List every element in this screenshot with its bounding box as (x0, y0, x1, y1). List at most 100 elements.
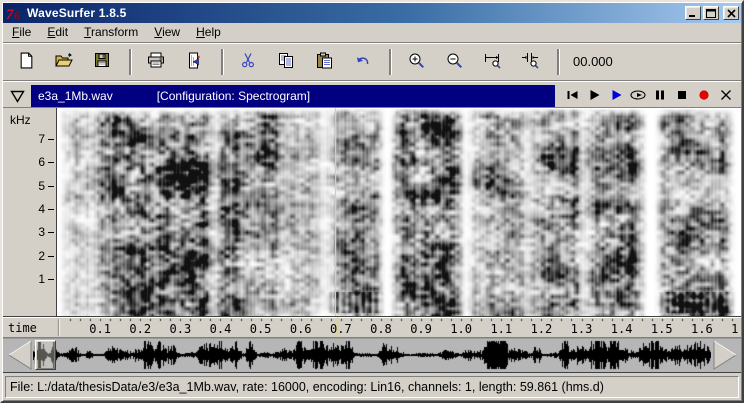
spectrogram-panel: kHz 7654321 (3, 107, 741, 317)
minimize-button[interactable] (685, 6, 701, 20)
copy-pages-icon (278, 52, 295, 72)
new-document-icon (18, 52, 35, 72)
cut-button[interactable] (233, 48, 263, 76)
time-axis[interactable]: time 0.10.20.30.40.50.60.70.80.91.01.11.… (3, 317, 741, 338)
time-tick-label: 0.3 (166, 322, 194, 336)
transport-controls (555, 85, 741, 107)
freq-label-6: 6 (25, 155, 45, 169)
status-bar: File: L:/data/thesisData/e3/e3a_1Mb.wav,… (3, 373, 741, 400)
goto-start-button[interactable] (561, 86, 583, 106)
menu-item-edit[interactable]: Edit (39, 23, 76, 42)
printer-icon (147, 52, 165, 71)
waveform-scroll-strip (3, 338, 741, 373)
record-button[interactable] (693, 86, 715, 106)
time-tick-label: 1.0 (447, 322, 475, 336)
menu-item-view[interactable]: View (146, 23, 188, 42)
toolbar-separator (557, 49, 559, 75)
print-button[interactable] (141, 48, 171, 76)
time-tick-label: 0.5 (247, 322, 275, 336)
maximize-icon (706, 9, 716, 18)
loop-play-button[interactable] (627, 86, 649, 106)
minimize-icon (688, 9, 698, 18)
scissors-icon (240, 52, 256, 71)
freq-tick (48, 209, 54, 210)
new-file-button[interactable] (11, 48, 41, 76)
spectrogram-canvas[interactable] (57, 108, 741, 316)
waveform-overview[interactable] (33, 340, 711, 370)
wavesurfer-logo-icon: 7 6 (6, 6, 24, 21)
pane-title-bar[interactable]: e3a_1Mb.wav [Configuration: Spectrogram] (31, 85, 555, 107)
spectrogram-view[interactable] (56, 108, 741, 316)
paste-button[interactable] (309, 48, 339, 76)
copy-button[interactable] (271, 48, 301, 76)
save-floppy-icon (94, 52, 110, 71)
zoom-out-button[interactable] (439, 48, 469, 76)
play-button[interactable] (583, 86, 605, 106)
pause-icon (654, 89, 666, 104)
toolbar-separator (389, 49, 391, 75)
close-button[interactable] (723, 6, 739, 20)
play-icon (610, 89, 623, 104)
status-text-box: File: L:/data/thesisData/e3/e3a_1Mb.wav,… (5, 376, 739, 398)
properties-button[interactable] (179, 48, 209, 76)
zoom-selection-button[interactable] (477, 48, 507, 76)
arrow-left-icon (6, 340, 33, 370)
title-bar[interactable]: 7 6 WaveSurfer 1.8.5 (3, 3, 741, 23)
menu-item-transform[interactable]: Transform (76, 23, 146, 42)
freq-tick (48, 232, 54, 233)
close-pane-icon (720, 89, 732, 104)
freq-tick (48, 186, 54, 187)
zoom-fit-button[interactable] (515, 48, 545, 76)
undo-button[interactable] (347, 48, 377, 76)
time-tick-label: 0.4 (206, 322, 234, 336)
pane-header: e3a_1Mb.wav [Configuration: Spectrogram] (3, 85, 741, 107)
freq-label-7: 7 (25, 132, 45, 146)
open-folder-icon (55, 52, 73, 71)
pane-configuration: [Configuration: Spectrogram] (157, 89, 310, 103)
time-tick-label: 1.5 (648, 322, 676, 336)
window-title: WaveSurfer 1.8.5 (27, 6, 683, 20)
toolbar: 00.000 (3, 42, 741, 81)
scroll-right-button[interactable] (711, 340, 739, 370)
loop-play-icon (630, 89, 646, 104)
menu-item-help[interactable]: Help (188, 23, 229, 42)
time-tick-label: 1.7 (728, 322, 741, 336)
scroll-left-button[interactable] (5, 340, 33, 370)
freq-label-2: 2 (25, 249, 45, 263)
status-text: File: L:/data/thesisData/e3/e3a_1Mb.wav,… (10, 380, 604, 394)
svg-text:6: 6 (14, 8, 20, 21)
freq-label-3: 3 (25, 225, 45, 239)
stop-icon (676, 89, 688, 104)
time-tick-label: 1.1 (487, 322, 515, 336)
record-icon (698, 89, 710, 104)
frequency-unit-label: kHz (10, 113, 31, 127)
save-file-button[interactable] (87, 48, 117, 76)
collapse-pane-button[interactable] (3, 85, 31, 107)
playback-cursor[interactable] (335, 108, 336, 316)
pane-filename: e3a_1Mb.wav (38, 89, 113, 103)
goto-start-icon (566, 89, 579, 104)
close-pane-button[interactable] (715, 86, 737, 106)
toolbar-separator (129, 49, 131, 75)
freq-label-1: 1 (25, 272, 45, 286)
zoom-in-button[interactable] (401, 48, 431, 76)
time-tick-label: 0.6 (287, 322, 315, 336)
waveform-canvas[interactable] (33, 340, 711, 370)
scroll-thumb[interactable] (35, 340, 56, 370)
freq-label-4: 4 (25, 202, 45, 216)
time-display: 00.000 (573, 54, 613, 69)
pause-button[interactable] (649, 86, 671, 106)
open-file-button[interactable] (49, 48, 79, 76)
audio-properties-icon (186, 52, 202, 72)
zoom-selection-icon (483, 52, 501, 72)
svg-text:7: 7 (6, 7, 14, 21)
menu-item-file[interactable]: File (4, 23, 39, 42)
stop-button[interactable] (671, 86, 693, 106)
maximize-button[interactable] (703, 6, 719, 20)
wavesurfer-window: 7 6 WaveSurfer 1.8.5 FileEditTransformVi… (0, 0, 744, 403)
time-tick-label: 1.6 (688, 322, 716, 336)
freq-tick (48, 162, 54, 163)
toolbar-separator (221, 49, 223, 75)
time-tick-label: 1.2 (527, 322, 555, 336)
play-from-cursor-button[interactable] (605, 86, 627, 106)
